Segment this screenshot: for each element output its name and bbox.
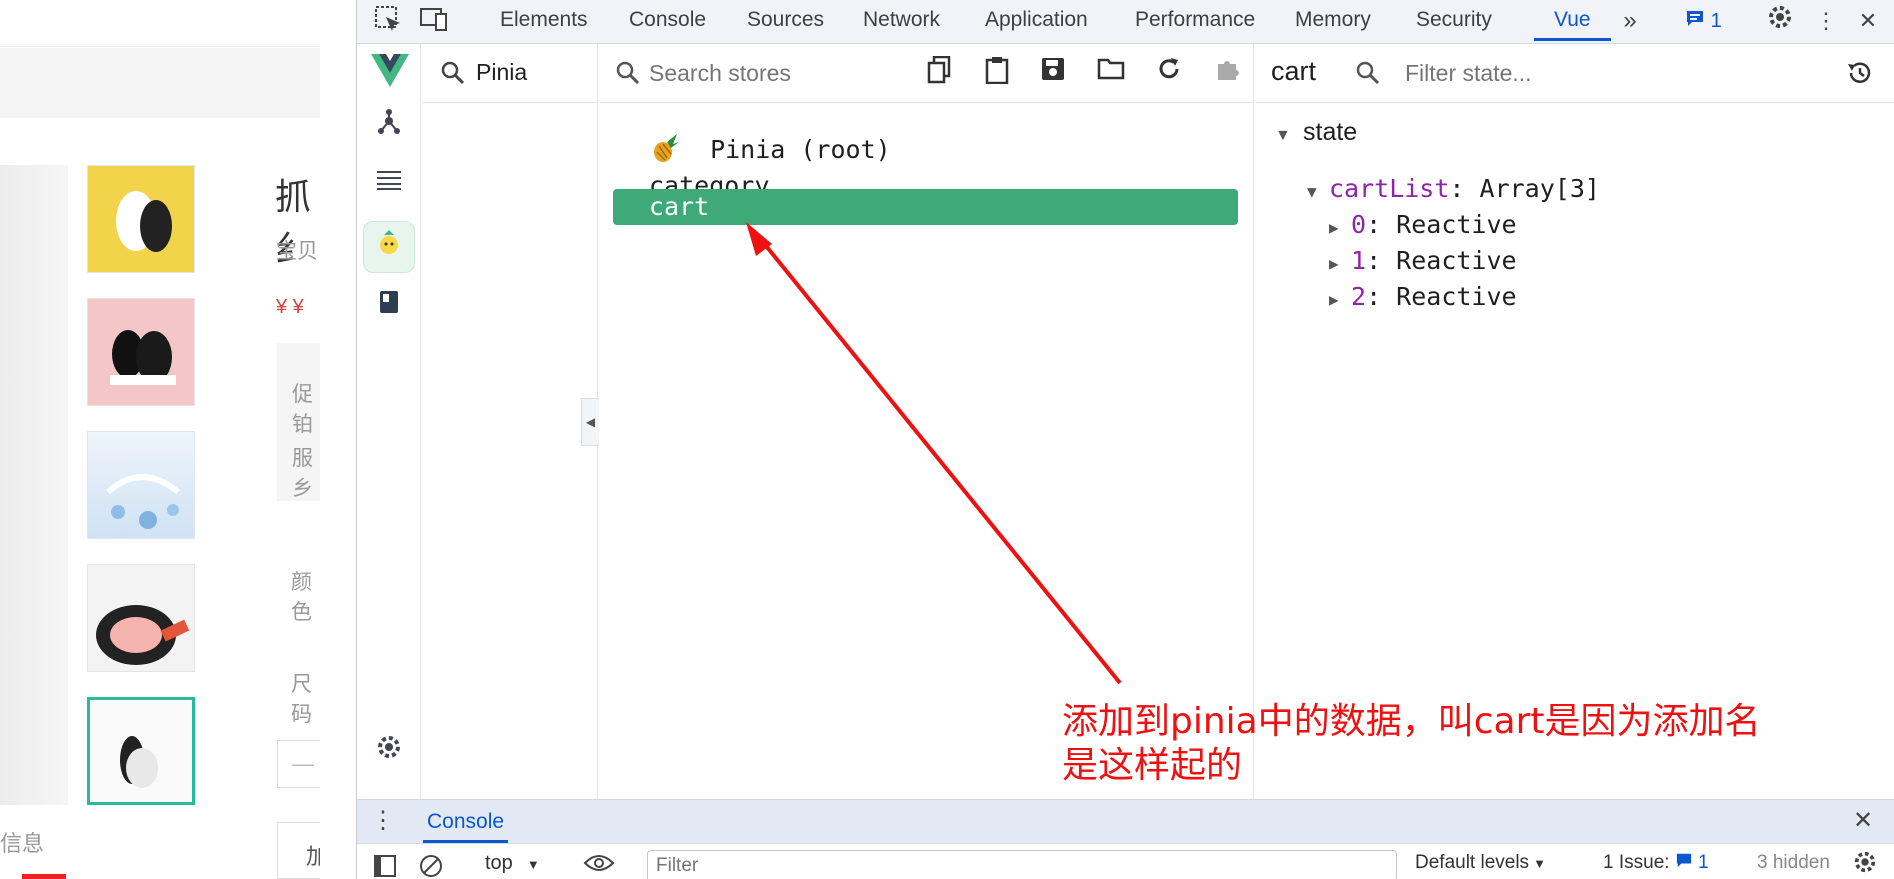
annotation-text: 添加到pinia中的数据，叫cart是因为添加名 是这样起的 [1062, 701, 1761, 786]
